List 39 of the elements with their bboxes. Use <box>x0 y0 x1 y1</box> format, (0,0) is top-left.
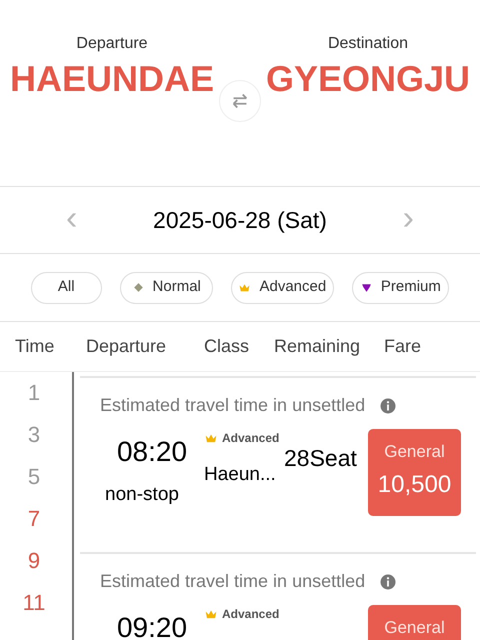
trip-card[interactable]: Estimated travel time in unsettled 08:20 non-stop Advanced Haeun... 28Seat General 10,500 <box>80 376 476 552</box>
departure-label: Departure <box>76 34 148 54</box>
hour-label[interactable]: 11 <box>22 582 46 624</box>
fare-button[interactable]: General 10,500 <box>368 429 461 516</box>
destination-label: Destination <box>328 34 408 54</box>
column-header: Class <box>204 335 250 358</box>
travel-time-note: Estimated travel time in unsettled <box>100 570 366 593</box>
info-icon <box>379 572 398 590</box>
hour-label[interactable]: 9 <box>28 540 40 582</box>
trip-card[interactable]: Estimated travel time in unsettled 09:20 Advanced General <box>80 552 476 640</box>
hour-label[interactable]: 7 <box>28 498 40 540</box>
hour-label[interactable]: 3 <box>28 414 40 456</box>
filter-chip[interactable]: Premium <box>352 272 449 304</box>
column-header: Fare <box>384 335 422 358</box>
column-header: Departure <box>86 335 168 358</box>
fare-button[interactable]: General <box>368 605 461 640</box>
column-header: Remaining <box>274 335 362 358</box>
seats-remaining: 28Seat <box>284 444 358 473</box>
departure-city[interactable]: HAEUNDAE <box>10 56 214 101</box>
filter-chip[interactable]: Advanced <box>230 272 334 304</box>
info-icon <box>379 396 398 414</box>
date-label: 2025-06-28 (Sat) <box>153 206 327 235</box>
diamond-icon <box>132 281 145 294</box>
class-label: Advanced <box>222 430 280 447</box>
departure-time: 08:20 <box>116 435 188 469</box>
previous-date-button[interactable]: ‹ <box>66 201 78 239</box>
class-label: Advanced <box>222 606 280 623</box>
hour-label[interactable]: 5 <box>28 456 40 498</box>
filter-chip[interactable]: All <box>31 272 102 304</box>
filter-chip[interactable]: Normal <box>120 272 213 304</box>
route-type: non-stop <box>105 483 179 507</box>
origin-name: Haeun... <box>204 463 277 487</box>
column-header: Time <box>14 335 56 358</box>
hour-label[interactable]: 1 <box>28 372 40 414</box>
next-date-button[interactable]: › <box>402 201 414 239</box>
destination-city[interactable]: GYEONGJU <box>266 56 470 101</box>
swap-button[interactable] <box>219 80 261 122</box>
travel-time-note: Estimated travel time in unsettled <box>100 394 366 417</box>
departure-time: 09:20 <box>116 611 188 640</box>
